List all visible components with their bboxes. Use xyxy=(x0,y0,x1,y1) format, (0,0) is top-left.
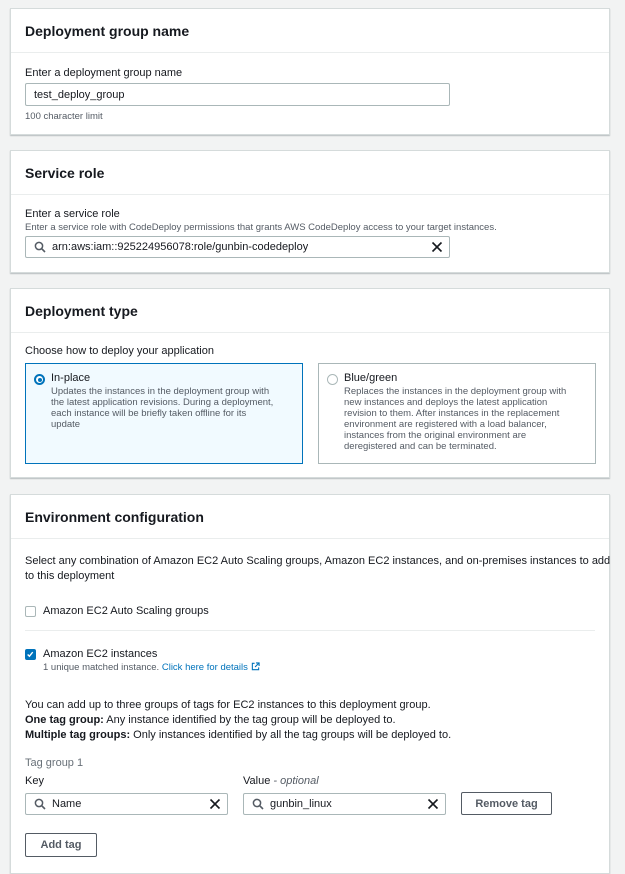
tag-info-line-1: You can add up to three groups of tags f… xyxy=(25,699,431,711)
tag-group-title: Tag group 1 xyxy=(25,757,84,769)
panel-header: Deployment group name xyxy=(11,9,609,53)
in-place-option[interactable]: In-place Updates the instances in the de… xyxy=(25,363,303,464)
multi-group-text: Only instances identified by all the tag… xyxy=(130,729,452,741)
external-link-icon[interactable] xyxy=(251,662,260,671)
desc-line: revision to them. After instances in the… xyxy=(344,408,560,419)
option-title: In-place xyxy=(51,372,91,384)
input-value: arn:aws:iam::925224956078:role/gunbin-co… xyxy=(52,241,309,253)
panel-header: Environment configuration xyxy=(11,495,609,539)
tag-key-input[interactable]: Name xyxy=(25,793,228,815)
remove-tag-button[interactable]: Remove tag xyxy=(461,792,552,815)
panel-title: Deployment group name xyxy=(25,22,190,39)
search-icon xyxy=(34,241,46,253)
matched-instances-text: 1 unique matched instance. Click here fo… xyxy=(43,662,260,673)
divider xyxy=(25,630,595,631)
panel-title: Deployment type xyxy=(25,302,138,319)
deployment-group-name-panel: Deployment group name Enter a deployment… xyxy=(10,8,610,135)
close-icon[interactable] xyxy=(209,798,221,810)
auto-scaling-label[interactable]: Amazon EC2 Auto Scaling groups xyxy=(43,605,209,617)
desc-line: instances from the original environment … xyxy=(344,430,527,441)
tag-info-one-group: One tag group: Any instance identified b… xyxy=(25,714,396,726)
environment-intro-line-1: Select any combination of Amazon EC2 Aut… xyxy=(25,555,611,567)
value-label-text: Value xyxy=(243,775,271,787)
deployment-group-name-label: Enter a deployment group name xyxy=(25,67,183,79)
service-role-panel: Service role Enter a service role Enter … xyxy=(10,150,610,273)
in-place-radio[interactable] xyxy=(34,374,45,385)
panel-header: Deployment type xyxy=(11,289,609,333)
desc-line: environment are registered with a load b… xyxy=(344,419,547,430)
search-icon xyxy=(252,798,264,810)
panel-header: Service role xyxy=(11,151,609,195)
panel-title: Service role xyxy=(25,164,105,181)
input-value: test_deploy_group xyxy=(34,88,125,101)
details-link[interactable]: Click here for details xyxy=(162,662,248,673)
add-tag-button[interactable]: Add tag xyxy=(25,833,97,857)
ec2-instances-checkbox[interactable] xyxy=(25,649,36,660)
desc-line: the latest application revisions. During… xyxy=(51,397,274,408)
multi-group-bold: Multiple tag groups: xyxy=(25,729,131,741)
desc-line: Updates the instances in the deployment … xyxy=(51,386,270,397)
close-icon[interactable] xyxy=(427,798,439,810)
auto-scaling-checkbox[interactable] xyxy=(25,606,36,617)
service-role-label: Enter a service role xyxy=(25,208,120,220)
option-description: Replaces the instances in the deployment… xyxy=(344,386,566,452)
desc-line: Replaces the instances in the deployment… xyxy=(344,386,567,397)
deployment-type-prompt: Choose how to deploy your application xyxy=(25,345,214,357)
one-group-bold: One tag group: xyxy=(25,714,104,726)
input-value: Name xyxy=(52,798,82,810)
environment-intro-line-2: to this deployment xyxy=(25,570,115,582)
check-icon xyxy=(27,651,34,658)
matched-count: 1 unique matched instance. xyxy=(43,662,160,673)
service-role-search-input[interactable]: arn:aws:iam::925224956078:role/gunbin-co… xyxy=(25,236,450,258)
close-icon[interactable] xyxy=(431,241,443,253)
blue-green-option[interactable]: Blue/green Replaces the instances in the… xyxy=(318,363,596,464)
desc-line: each instance will be briefly taken offl… xyxy=(51,408,247,419)
service-role-description: Enter a service role with CodeDeploy per… xyxy=(25,222,497,233)
one-group-text: Any instance identified by the tag group… xyxy=(103,714,396,726)
option-description: Updates the instances in the deployment … xyxy=(51,386,273,430)
desc-line: deregistered and can be terminated. xyxy=(344,441,497,452)
deployment-group-name-input[interactable]: test_deploy_group xyxy=(25,83,450,106)
deployment-type-panel: Deployment type Choose how to deploy you… xyxy=(10,288,610,478)
desc-line: new instances and deploys the latest app… xyxy=(344,397,548,408)
search-icon xyxy=(34,798,46,810)
optional-marker: - optional xyxy=(270,775,319,787)
desc-line: update xyxy=(51,419,81,430)
key-label: Key xyxy=(25,775,44,787)
option-title: Blue/green xyxy=(344,372,398,384)
blue-green-radio[interactable] xyxy=(327,374,338,385)
character-limit-hint: 100 character limit xyxy=(25,111,103,122)
ec2-instances-label[interactable]: Amazon EC2 instances xyxy=(43,648,157,660)
input-value: gunbin_linux xyxy=(270,798,332,810)
panel-title: Environment configuration xyxy=(25,508,204,525)
tag-info-multiple-groups: Multiple tag groups: Only instances iden… xyxy=(25,729,451,741)
tag-value-input[interactable]: gunbin_linux xyxy=(243,793,446,815)
value-label: Value - optional xyxy=(243,775,319,787)
environment-configuration-panel: Environment configuration Select any com… xyxy=(10,494,610,874)
